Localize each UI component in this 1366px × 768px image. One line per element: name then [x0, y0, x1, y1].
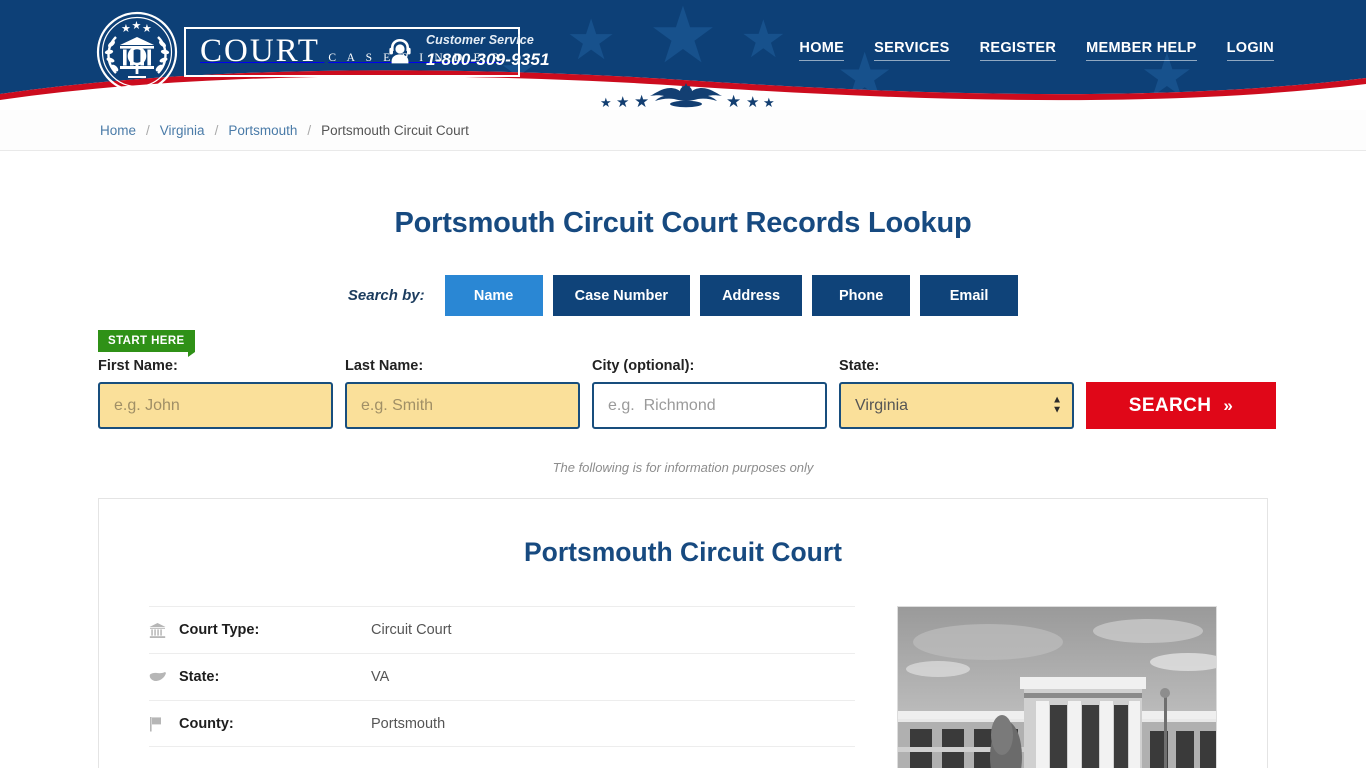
search-form: START HERE First Name: Last Name: City (…: [0, 328, 1366, 446]
search-form-row: First Name: Last Name: City (optional): …: [98, 358, 1276, 429]
double-chevron-right-icon: »: [1223, 395, 1234, 415]
breadcrumb-item-virginia[interactable]: Virginia: [160, 123, 205, 138]
county-label: County:: [179, 715, 234, 732]
courthouse-photo: [897, 606, 1217, 768]
customer-service-label: Customer Service: [426, 33, 534, 47]
tab-address[interactable]: Address: [700, 275, 803, 316]
breadcrumb-item-portsmouth[interactable]: Portsmouth: [228, 123, 297, 138]
breadcrumb-bar: Home / Virginia / Portsmouth / Portsmout…: [0, 110, 1366, 151]
state-field-group: State: Virginia ▲ ▼: [839, 358, 1074, 429]
nav-item-services[interactable]: SERVICES: [874, 40, 950, 61]
bank-icon: [149, 622, 179, 639]
customer-service-block[interactable]: Customer Service 1-800-309-9351: [385, 33, 550, 70]
nav-item-register[interactable]: REGISTER: [979, 40, 1057, 61]
last-name-input[interactable]: [345, 382, 580, 429]
city-field-group: City (optional):: [592, 358, 827, 429]
customer-service-phone: 1-800-309-9351: [426, 49, 550, 69]
table-row: State: VA: [149, 653, 855, 700]
svg-text:★: ★: [142, 23, 152, 35]
breadcrumb-item-home[interactable]: Home: [100, 123, 136, 138]
breadcrumb-item-current: Portsmouth Circuit Court: [321, 122, 469, 138]
state-select[interactable]: Virginia: [839, 382, 1074, 429]
search-by-label: Search by:: [347, 287, 425, 304]
first-name-label: First Name:: [98, 358, 178, 374]
flag-icon: [149, 716, 179, 732]
headset-support-icon: [389, 39, 411, 64]
tab-phone[interactable]: Phone: [812, 275, 911, 316]
court-type-value: Circuit Court: [371, 622, 452, 638]
court-seal-icon: ★ ★ ★: [96, 11, 178, 93]
state-detail-value: VA: [371, 669, 390, 685]
first-name-field-group: First Name:: [98, 358, 333, 429]
state-label: State:: [839, 358, 880, 374]
breadcrumb-separator: /: [214, 122, 219, 138]
tab-case-number[interactable]: Case Number: [552, 275, 691, 316]
search-button-label: SEARCH: [1128, 394, 1212, 416]
court-detail-table: Court Type: Circuit Court State: VA Coun…: [149, 606, 855, 768]
county-value: Portsmouth: [371, 715, 446, 732]
nav-item-member-help[interactable]: MEMBER HELP: [1086, 40, 1197, 61]
search-button[interactable]: SEARCH »: [1086, 382, 1276, 429]
page-title: Portsmouth Circuit Court Records Lookup: [394, 207, 972, 239]
court-type-label: Court Type:: [179, 622, 260, 638]
city-label: City (optional):: [592, 358, 695, 374]
tab-email[interactable]: Email: [920, 275, 1019, 316]
svg-text:★: ★: [121, 23, 131, 35]
last-name-label: Last Name:: [345, 358, 424, 374]
nav-item-login[interactable]: LOGIN: [1226, 40, 1274, 61]
site-header: ★ ★ ★ ★ ★ ★ ★ ★ ★ ★ ★ ★ ★ ★ ★ COURT C A …: [0, 0, 1366, 110]
first-name-input[interactable]: [98, 382, 333, 429]
last-name-field-group: Last Name:: [345, 358, 580, 429]
tab-name[interactable]: Name: [444, 275, 543, 316]
table-row: Court Type: Circuit Court: [149, 606, 855, 653]
breadcrumb: Home / Virginia / Portsmouth / Portsmout…: [100, 123, 469, 138]
court-info-card: Portsmouth Circuit Court Court Type: Cir…: [98, 498, 1268, 768]
state-select-wrapper: Virginia ▲ ▼: [839, 382, 1074, 429]
customer-service-text: Customer Service 1-800-309-9351: [426, 33, 550, 70]
main-navigation: HOME SERVICES REGISTER MEMBER HELP LOGIN: [799, 40, 1274, 61]
breadcrumb-separator: /: [146, 122, 150, 138]
table-row: County: Portsmouth: [149, 700, 855, 747]
city-input[interactable]: [592, 382, 827, 429]
state-detail-label: State:: [179, 669, 220, 685]
nav-item-home[interactable]: HOME: [799, 40, 845, 61]
search-by-tabs: Search by: Name Case Number Address Phon…: [0, 275, 1366, 316]
court-card-body: Court Type: Circuit Court State: VA Coun…: [99, 568, 1267, 768]
court-title: Portsmouth Circuit Court: [524, 537, 842, 567]
breadcrumb-separator: /: [307, 122, 312, 138]
start-here-badge: START HERE: [98, 330, 195, 358]
disclaimer-text: The following is for information purpose…: [552, 460, 814, 475]
logo-main-text: COURT: [200, 33, 320, 69]
svg-text:★: ★: [132, 20, 142, 32]
us-map-icon: [149, 670, 179, 684]
